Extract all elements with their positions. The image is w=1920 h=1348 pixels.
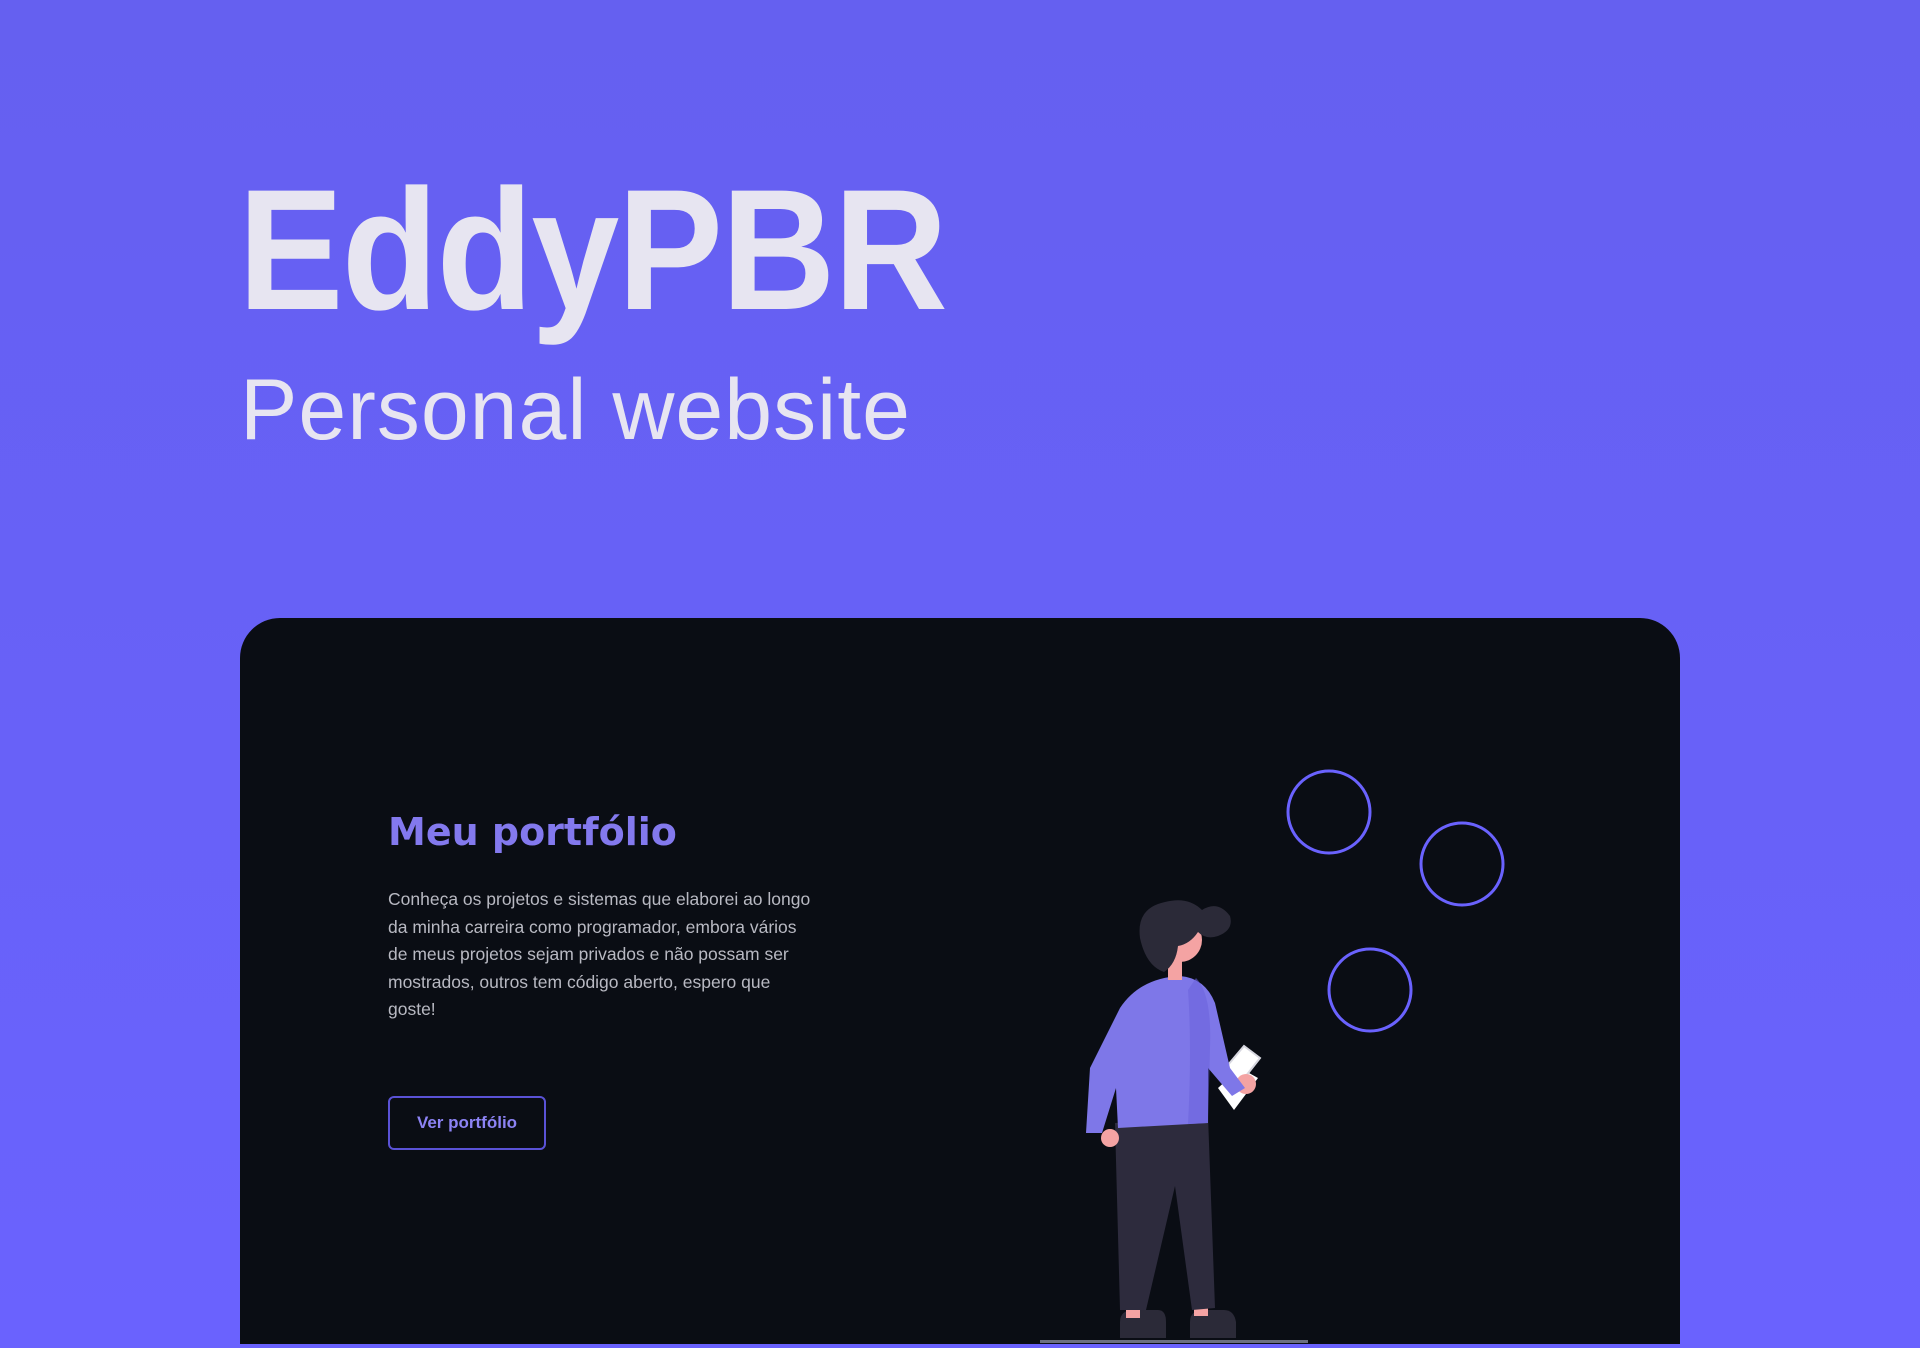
circle-icon <box>1327 947 1413 1033</box>
circle-icon <box>1286 769 1372 855</box>
person-illustration <box>1040 769 1505 1343</box>
website-preview-card: Meu portfólio Conheça os projetos e sist… <box>240 618 1680 1348</box>
floor-line <box>1040 1340 1308 1343</box>
hero-subtitle: Personal website <box>240 362 911 458</box>
preview-bottom-border <box>240 1344 1680 1348</box>
circle-icon <box>1419 821 1505 907</box>
hero-title: EddyPBR <box>238 154 948 346</box>
